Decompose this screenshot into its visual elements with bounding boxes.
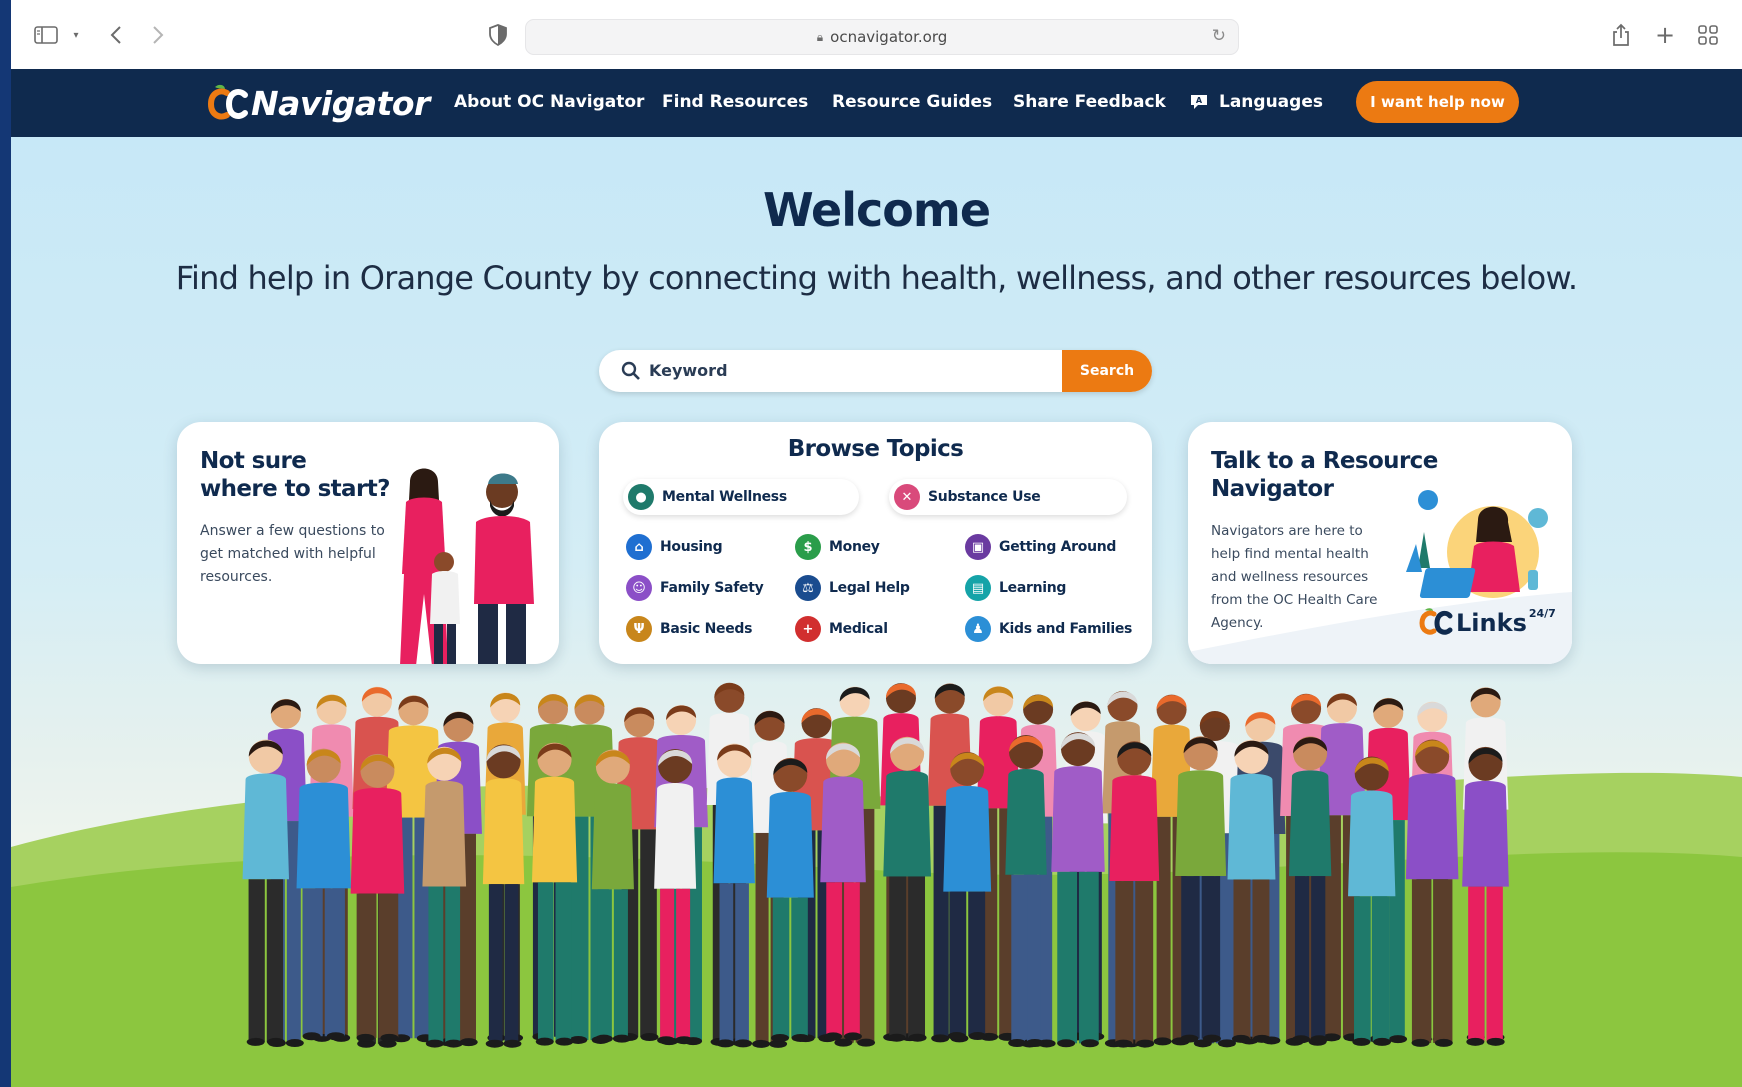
topic-label: Family Safety [660,580,764,596]
topic-label: Money [829,539,880,555]
page-subtitle: Find help in Orange County by connecting… [175,259,1578,297]
navigator-headset-illustration [1406,490,1548,598]
nav-share-feedback[interactable]: Share Feedback [1013,92,1166,112]
page-title: Welcome [762,183,991,237]
crowd-person [1462,746,1509,1046]
topic-substance-use[interactable]: ✕ Substance Use [889,479,1127,515]
oc-navigator-logo[interactable]: Navigator [207,79,430,127]
family-illustration [400,468,534,664]
crowd-person [766,757,814,1042]
tab-overview-icon[interactable] [1696,22,1720,48]
topic-label: Housing [660,539,723,555]
nav-languages[interactable]: A Languages [1189,92,1323,112]
nav-resource-guides[interactable]: Resource Guides [832,92,992,112]
crowd-person [242,739,290,1046]
topic-learning[interactable]: ▤ Learning [965,574,1066,602]
crowd-person [350,753,405,1042]
family-icon: ☺ [626,575,652,601]
nav-about[interactable]: About OC Navigator [454,92,644,112]
lock-icon: 🔒︎ [816,29,824,44]
child-icon: ♟ [965,616,991,642]
topic-kids-families[interactable]: ♟ Kids and Families [965,615,1132,643]
new-tab-icon[interactable]: + [1654,21,1676,49]
reload-icon[interactable]: ↻ [1212,26,1226,46]
topic-legal-help[interactable]: ⚖ Legal Help [795,574,910,602]
topic-label: Substance Use [928,489,1041,505]
url-text: ocnavigator.org [830,28,948,46]
house-icon: ⌂ [626,534,652,560]
topic-label: Mental Wellness [662,489,787,505]
topic-label: Basic Needs [660,621,753,637]
card-browse-topics: Browse Topics ● Mental Wellness ✕ Substa… [599,422,1152,664]
oc-links-sup: 24/7 [1528,607,1556,620]
site-header: Navigator About OC Navigator Find Resour… [11,69,1742,137]
topic-family-safety[interactable]: ☺ Family Safety [626,574,764,602]
oc-logo-mark [207,83,249,123]
nav-find-resources[interactable]: Find Resources [662,92,808,112]
scales-icon: ⚖ [795,575,821,601]
hero-section: Welcome Find help in Orange County by co… [11,137,1742,1087]
topic-label: Learning [999,580,1067,596]
card-not-sure[interactable]: Not sure where to start? Answer a few qu… [177,422,559,664]
card-navigator-body: Navigators are here to help find mental … [1211,523,1378,631]
pill-capsule-icon: ✕ [894,484,920,510]
chevron-down-icon[interactable]: ▾ [69,22,83,48]
forward-icon[interactable] [149,22,167,48]
topic-getting-around[interactable]: ▣ Getting Around [965,533,1116,561]
dollar-icon: $ [795,534,821,560]
keyword-search[interactable]: Keyword Search [599,350,1152,392]
card-not-sure-title: Not sure where to start? [200,448,390,502]
browse-topics-title: Browse Topics [787,436,964,462]
search-icon [621,361,641,385]
utensils-icon: Ψ [626,616,652,642]
svg-text:A: A [1196,96,1203,105]
bus-icon: ▣ [965,534,991,560]
browser-window: ▾ 🔒︎ ocnavigator.org ↻ + Navigator About… [11,0,1742,1087]
crowd-person [943,751,992,1041]
location-pin-icon: ● [628,484,654,510]
topic-basic-needs[interactable]: Ψ Basic Needs [626,615,752,643]
help-now-button[interactable]: I want help now [1356,81,1519,123]
book-icon: ▤ [965,575,991,601]
share-icon[interactable] [1609,22,1633,48]
topic-money[interactable]: $ Money [795,533,880,561]
topic-housing[interactable]: ⌂ Housing [626,533,723,561]
card-not-sure-body: Answer a few questions to get matched wi… [200,523,385,585]
medical-cross-icon: + [795,616,821,642]
topic-mental-wellness[interactable]: ● Mental Wellness [623,479,859,515]
card-talk-navigator[interactable]: Talk to a Resource Navigator Navigators … [1188,422,1572,664]
topic-label: Kids and Families [999,621,1133,637]
topic-label: Legal Help [829,580,910,596]
logo-wordmark: Navigator [251,83,430,123]
address-bar[interactable]: 🔒︎ ocnavigator.org ↻ [525,19,1239,55]
crowd-person [1348,756,1396,1046]
privacy-shield-icon[interactable] [487,22,509,48]
topic-label: Getting Around [999,539,1117,555]
topic-label: Medical [829,621,888,637]
topic-medical[interactable]: + Medical [795,615,888,643]
nav-languages-label: Languages [1219,92,1323,112]
back-icon[interactable] [107,22,125,48]
search-button[interactable]: Search [1062,350,1152,392]
crowd-person [591,749,634,1043]
browser-toolbar: ▾ 🔒︎ ocnavigator.org ↻ + [11,0,1742,69]
oc-links-mark [1419,608,1453,635]
oc-links-label: Links [1456,609,1527,637]
sidebar-toggle-icon[interactable] [33,22,59,48]
search-input[interactable]: Keyword [649,361,728,380]
language-icon: A [1189,94,1209,110]
oc-links-badge: Links 24/7 [1419,607,1556,637]
crowd-person [1405,739,1459,1047]
